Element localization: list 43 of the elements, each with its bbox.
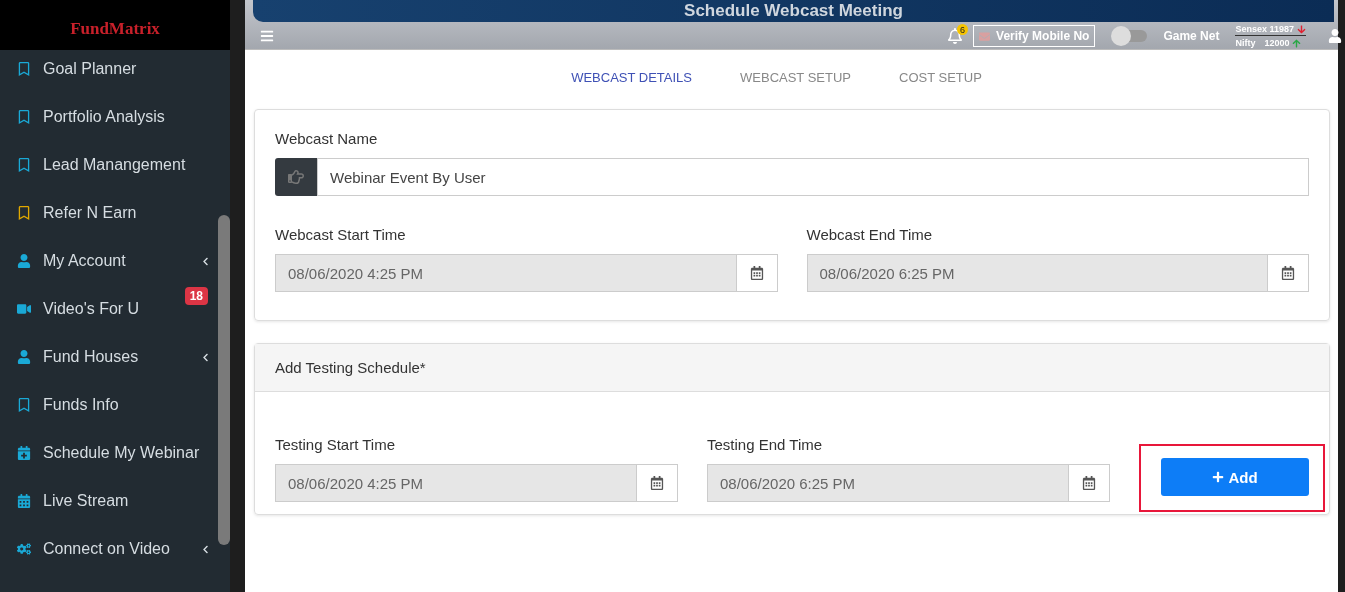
calendar-button[interactable] bbox=[1069, 464, 1110, 502]
scrollbar-thumb[interactable] bbox=[218, 215, 230, 545]
sidebar-item[interactable]: Funds Info bbox=[0, 381, 218, 429]
webcast-name-field[interactable]: Webinar Event By User bbox=[317, 158, 1309, 196]
calendar-button[interactable] bbox=[1268, 254, 1309, 292]
calendar-icon bbox=[1281, 266, 1295, 280]
toggle-label: Game Net bbox=[1163, 29, 1220, 43]
sidebar-item[interactable]: Goal Planner bbox=[0, 45, 218, 93]
field-label: Webcast End Time bbox=[806, 226, 934, 243]
field-label: Webcast Start Time bbox=[275, 226, 407, 243]
hand-pointer-icon bbox=[275, 158, 317, 196]
add-button[interactable]: Add bbox=[1161, 458, 1309, 496]
count-badge: 18 bbox=[184, 287, 208, 305]
logo: FundMatrix bbox=[70, 19, 160, 39]
field-label: Testing End Time bbox=[707, 436, 824, 453]
user-icon[interactable] bbox=[1328, 29, 1342, 43]
sidebar-item[interactable]: My Account bbox=[0, 237, 218, 285]
sidebar-item[interactable]: Schedule My Webinar bbox=[0, 429, 218, 477]
calendar-icon bbox=[1082, 476, 1096, 490]
tab[interactable]: WEBCAST SETUP bbox=[740, 70, 852, 85]
field-label: Webcast Name bbox=[275, 130, 379, 147]
tab[interactable]: WEBCAST DETAILS bbox=[571, 70, 692, 85]
calendar-icon bbox=[650, 476, 664, 490]
sensex-value: Sensex 11987 bbox=[1235, 24, 1294, 34]
nifty-label: Nifty bbox=[1235, 38, 1256, 48]
card-header: Add Testing Schedule* bbox=[255, 344, 1329, 392]
sidebar-item[interactable]: Connect on Video bbox=[0, 525, 218, 573]
notification-badge: 6 bbox=[957, 24, 969, 35]
sidebar-item[interactable]: Video's For U 18 bbox=[0, 285, 218, 333]
sidebar-item[interactable]: Fund Houses bbox=[0, 333, 218, 381]
sidebar-item[interactable]: Portfolio Analysis bbox=[0, 93, 218, 141]
sidebar-item[interactable]: Live Stream bbox=[0, 477, 218, 525]
field-label: Testing Start Time bbox=[275, 436, 397, 453]
sidebar-item[interactable]: Lead Manangement bbox=[0, 141, 218, 189]
page-title: Schedule Webcast Meeting bbox=[684, 1, 903, 21]
nifty-value: 12000 bbox=[1264, 38, 1290, 48]
sidebar-item[interactable]: Refer N Earn bbox=[0, 189, 218, 237]
calendar-button[interactable] bbox=[736, 254, 778, 292]
calendar-icon bbox=[749, 266, 764, 280]
tab[interactable]: COST SETUP bbox=[899, 70, 982, 85]
calendar-button[interactable] bbox=[637, 464, 678, 502]
plus-icon bbox=[1212, 471, 1225, 483]
envelope-icon bbox=[979, 30, 991, 42]
